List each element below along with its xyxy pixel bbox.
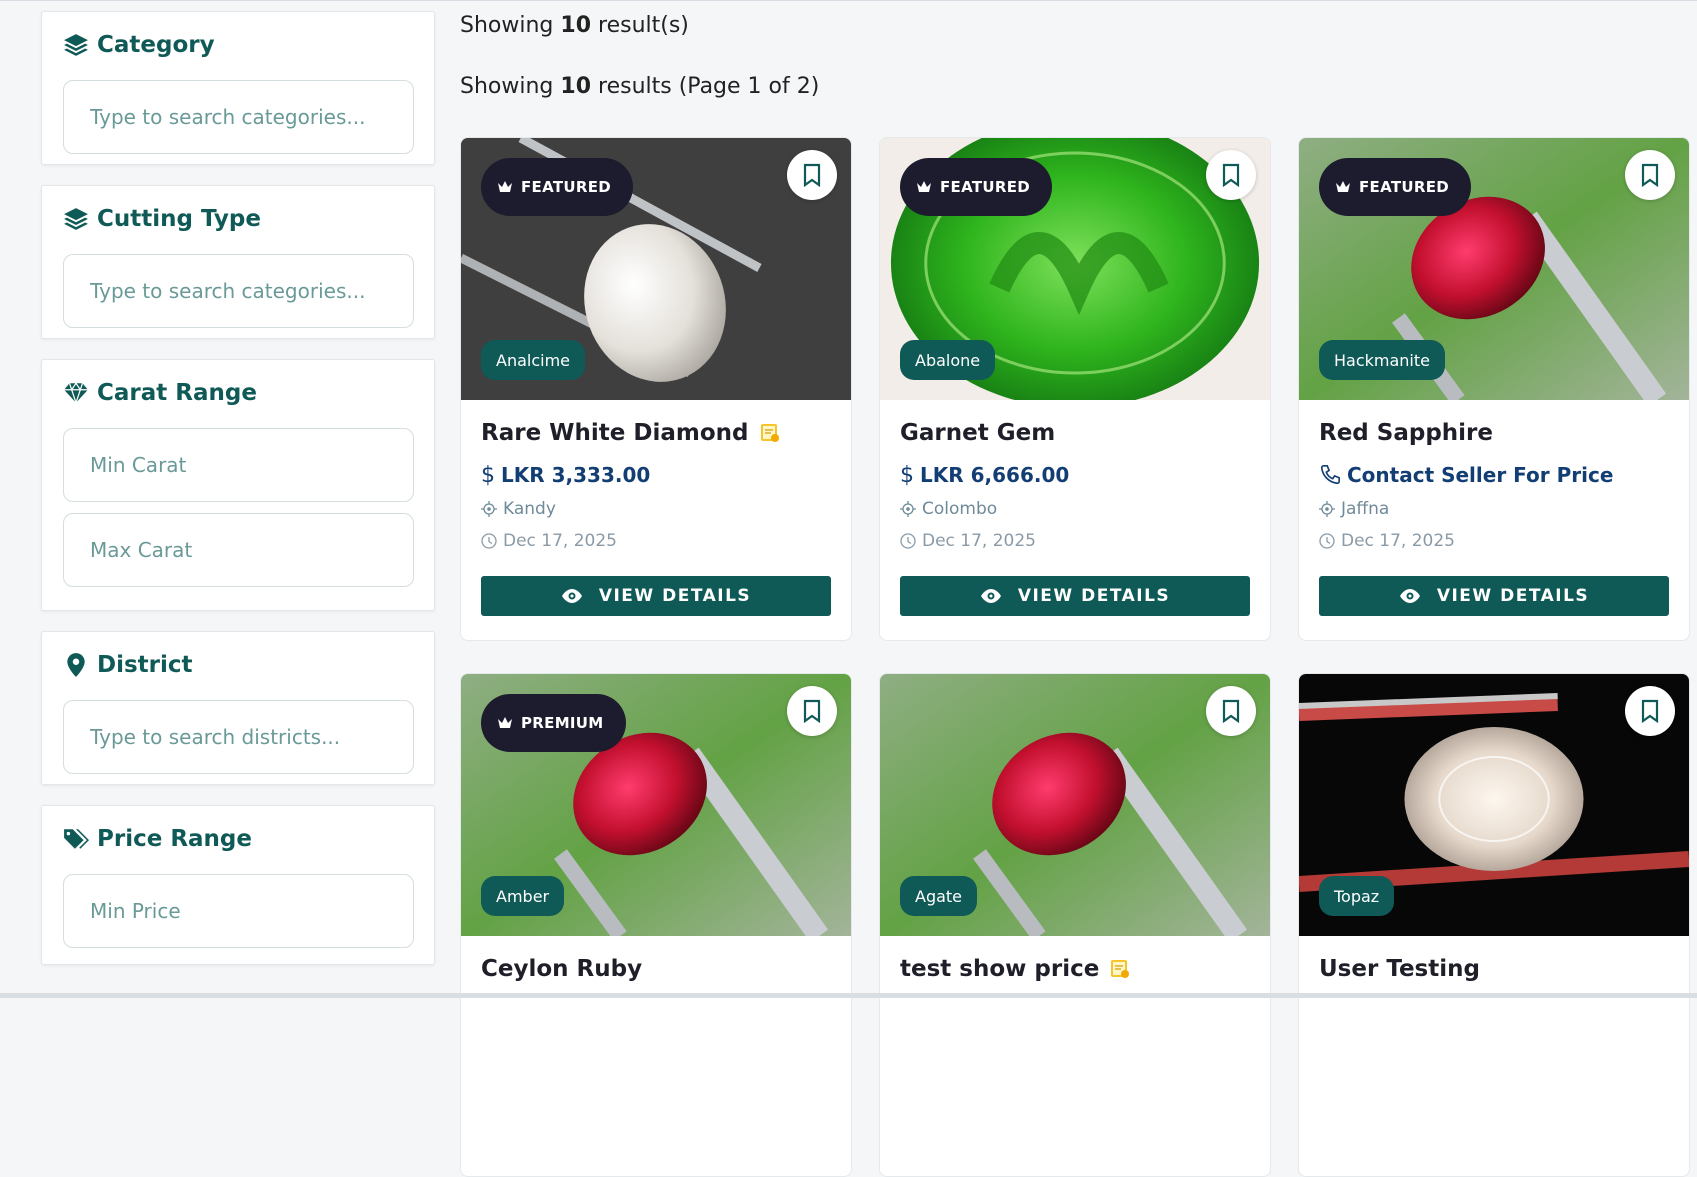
bottom-divider — [0, 993, 1697, 998]
layers-icon — [64, 208, 88, 230]
listing-card[interactable]: FEATURED Analcime Rare White Diamond $ L… — [460, 137, 852, 641]
listing-grid: FEATURED Analcime Rare White Diamond $ L… — [460, 137, 1690, 1177]
results-page-summary: Showing 10 results (Page 1 of 2) — [460, 74, 820, 99]
featured-badge: FEATURED — [1319, 158, 1471, 216]
gem-icon — [64, 382, 88, 405]
category-filter-title: Category — [63, 32, 414, 58]
bookmark-button[interactable] — [1625, 686, 1675, 736]
tags-icon — [64, 829, 89, 849]
category-tag: Hackmanite — [1319, 340, 1445, 380]
listing-image[interactable]: Topaz — [1299, 674, 1689, 936]
listing-card[interactable]: Agate test show price — [879, 673, 1271, 1177]
listing-title[interactable]: Red Sapphire — [1319, 418, 1669, 448]
listing-location: Colombo — [900, 497, 1250, 521]
premium-badge: PREMIUM — [481, 694, 626, 752]
carat-range-filter: Carat Range — [41, 359, 435, 611]
eye-icon — [1399, 589, 1420, 603]
featured-badge: FEATURED — [900, 158, 1052, 216]
certificate-icon — [1111, 960, 1130, 978]
view-details-button[interactable]: VIEW DETAILS — [1319, 576, 1669, 616]
bookmark-icon — [1222, 699, 1240, 723]
listing-date: Dec 17, 2025 — [900, 529, 1250, 553]
crown-icon — [498, 717, 512, 728]
bookmark-icon — [1641, 163, 1659, 187]
district-filter-title: District — [63, 652, 414, 678]
listing-title[interactable]: test show price — [900, 954, 1250, 984]
phone-icon — [1320, 465, 1340, 485]
category-search-input[interactable] — [63, 80, 414, 154]
crown-icon — [1336, 181, 1350, 192]
results-count-summary: Showing 10 result(s) — [460, 13, 689, 38]
listing-card[interactable]: FEATURED Abalone Garnet Gem $ LKR 6,666.… — [879, 137, 1271, 641]
listing-price: $ LKR 3,333.00 — [481, 462, 651, 488]
bookmark-icon — [1222, 163, 1240, 187]
certificate-icon — [760, 424, 779, 442]
listing-image[interactable]: FEATURED Hackmanite — [1299, 138, 1689, 400]
view-details-button[interactable]: VIEW DETAILS — [900, 576, 1250, 616]
dollar-icon: $ — [481, 462, 495, 488]
listing-card[interactable]: Topaz User Testing — [1298, 673, 1690, 1177]
listing-title[interactable]: User Testing — [1319, 954, 1669, 984]
filter-sidebar: Category Cutting Type Carat Range Distri… — [41, 11, 435, 985]
listing-card[interactable]: FEATURED Hackmanite Red Sapphire Contact… — [1298, 137, 1690, 641]
max-carat-input[interactable] — [63, 513, 414, 587]
category-tag: Agate — [900, 876, 978, 916]
cutting-type-search-input[interactable] — [63, 254, 414, 328]
listing-location: Kandy — [481, 497, 831, 521]
location-target-icon — [481, 501, 497, 517]
bookmark-icon — [803, 699, 821, 723]
bookmark-icon — [1641, 699, 1659, 723]
contact-seller-price[interactable]: Contact Seller For Price — [1319, 462, 1669, 488]
min-price-input[interactable] — [63, 874, 414, 948]
clock-icon — [481, 533, 497, 549]
layers-icon — [64, 34, 88, 56]
category-tag: Amber — [481, 876, 565, 916]
crown-icon — [498, 181, 512, 192]
bookmark-button[interactable] — [787, 150, 837, 200]
listing-card[interactable]: PREMIUM Amber Ceylon Ruby — [460, 673, 852, 1177]
featured-badge: FEATURED — [481, 158, 633, 216]
bookmark-button[interactable] — [787, 686, 837, 736]
listing-title[interactable]: Garnet Gem — [900, 418, 1250, 448]
dollar-icon: $ — [900, 462, 914, 488]
cutting-type-filter-title: Cutting Type — [63, 206, 414, 232]
bookmark-button[interactable] — [1206, 686, 1256, 736]
price-range-filter-title: Price Range — [63, 826, 414, 852]
location-target-icon — [900, 501, 916, 517]
eye-icon — [561, 589, 582, 603]
listing-image[interactable]: PREMIUM Amber — [461, 674, 851, 936]
map-pin-icon — [67, 653, 85, 677]
listing-image[interactable]: FEATURED Abalone — [880, 138, 1270, 400]
category-filter: Category — [41, 11, 435, 165]
district-search-input[interactable] — [63, 700, 414, 774]
view-details-button[interactable]: VIEW DETAILS — [481, 576, 831, 616]
district-filter: District — [41, 631, 435, 785]
results-area: Showing 10 result(s) Showing 10 results … — [460, 1, 1697, 1177]
price-range-filter: Price Range — [41, 805, 435, 965]
carat-range-filter-title: Carat Range — [63, 380, 414, 406]
listing-date: Dec 17, 2025 — [1319, 529, 1669, 553]
bookmark-icon — [803, 163, 821, 187]
listing-title[interactable]: Rare White Diamond — [481, 418, 831, 448]
min-carat-input[interactable] — [63, 428, 414, 502]
bookmark-button[interactable] — [1625, 150, 1675, 200]
category-tag: Topaz — [1319, 876, 1395, 916]
crown-icon — [917, 181, 931, 192]
bookmark-button[interactable] — [1206, 150, 1256, 200]
cutting-type-filter: Cutting Type — [41, 185, 435, 339]
clock-icon — [900, 533, 916, 549]
eye-icon — [980, 589, 1001, 603]
listing-location: Jaffna — [1319, 497, 1669, 521]
listing-date: Dec 17, 2025 — [481, 529, 831, 553]
category-tag: Abalone — [900, 340, 996, 380]
listing-image[interactable]: FEATURED Analcime — [461, 138, 851, 400]
listing-title[interactable]: Ceylon Ruby — [481, 954, 831, 984]
listing-image[interactable]: Agate — [880, 674, 1270, 936]
listing-price: $ LKR 6,666.00 — [900, 462, 1070, 488]
location-target-icon — [1319, 501, 1335, 517]
category-tag: Analcime — [481, 340, 586, 380]
clock-icon — [1319, 533, 1335, 549]
